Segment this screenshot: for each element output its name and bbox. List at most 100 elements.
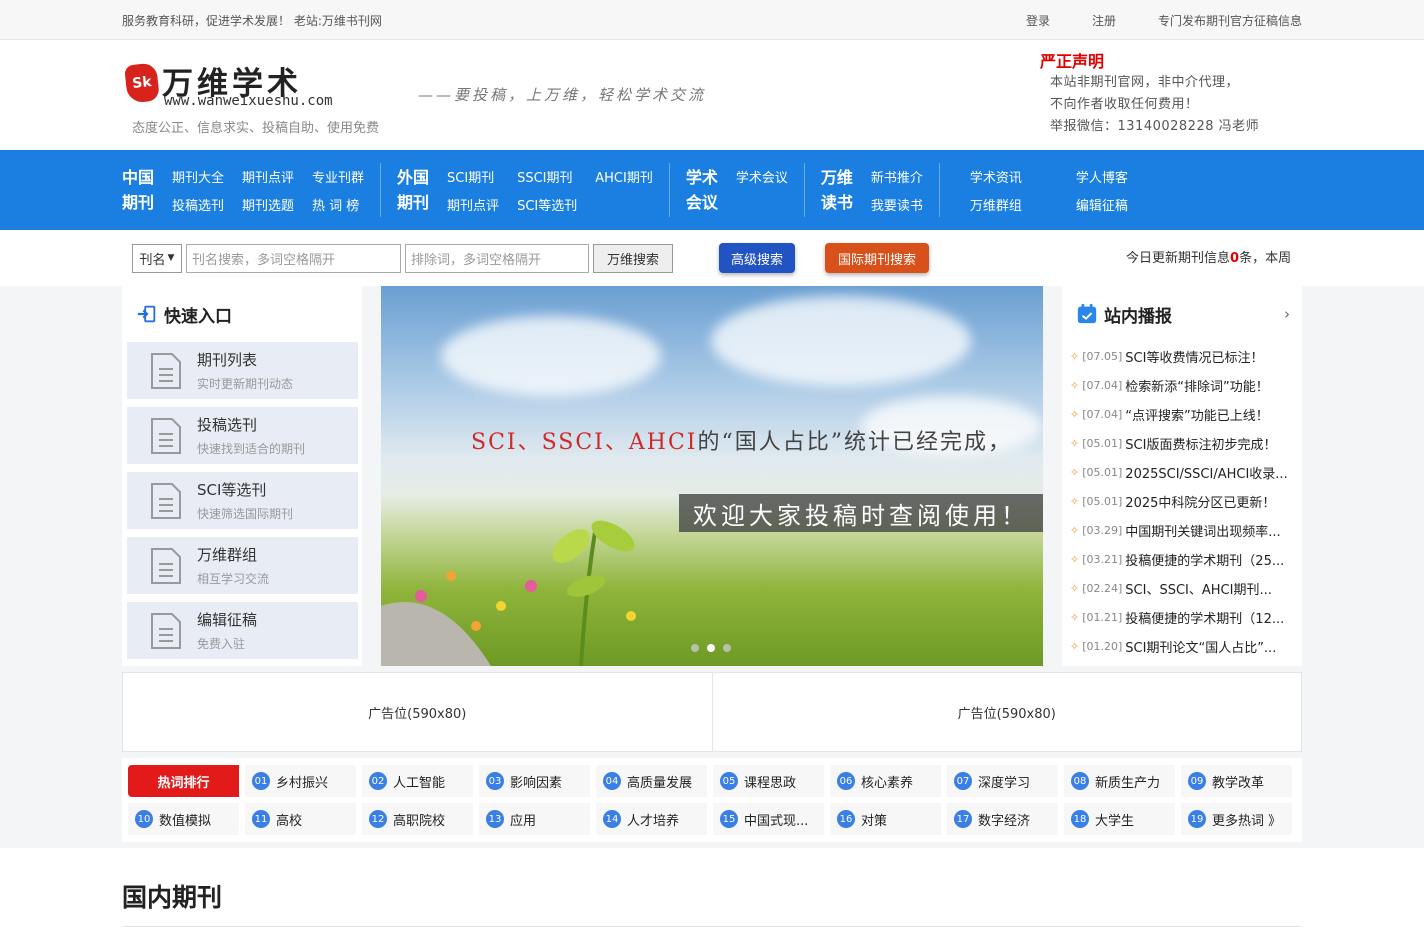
quick-item-journal-list[interactable]: 期刊列表 实时更新期刊动态 — [127, 342, 358, 399]
nav-category[interactable]: 外国 期刊 — [397, 165, 447, 215]
update-ticker: 今日更新期刊信息0条，本周 — [1126, 251, 1292, 266]
star-icon: ✧ — [1070, 524, 1080, 537]
hot-word-label: 中国式现... — [744, 813, 809, 829]
hot-word-label: 对策 — [861, 813, 888, 829]
hot-word-item[interactable]: 05 课程思政 — [713, 765, 824, 797]
ad-slot[interactable]: 广告位(590x80) — [123, 673, 712, 751]
search-type-select[interactable]: 刊名 ▼ — [132, 243, 182, 273]
nav-category[interactable]: 学术 会议 — [686, 165, 736, 215]
carousel-dot[interactable] — [707, 644, 715, 652]
news-item[interactable]: ✧ [05.01] SCI版面费标注初步完成！ — [1070, 429, 1296, 458]
hot-word-item[interactable]: 03 影响因素 — [479, 765, 590, 797]
nav-link-sci-select[interactable]: SCI等选刊 — [517, 195, 577, 214]
official-info-link[interactable]: 专门发布期刊官方征稿信息 — [1158, 12, 1302, 29]
nav-link-journal-review[interactable]: 期刊点评 — [242, 167, 294, 186]
advanced-search-button[interactable]: 高级搜索 — [719, 243, 795, 273]
rank-badge: 14 — [603, 810, 621, 828]
nav-link-pro-groups[interactable]: 专业刊群 — [312, 167, 364, 186]
news-item[interactable]: ✧ [07.04] “点评搜索”功能已上线！ — [1070, 400, 1296, 429]
hot-word-item[interactable]: 13 应用 — [479, 803, 590, 835]
nav-link-new-books[interactable]: 新书推介 — [871, 167, 923, 186]
hot-word-item[interactable]: 12 高职院校 — [362, 803, 473, 835]
news-date: [03.29] — [1082, 524, 1123, 537]
nav-link-read[interactable]: 我要读书 — [871, 195, 923, 214]
news-item[interactable]: ✧ [02.24] SCI、SSCI、AHCI期刊... — [1070, 574, 1296, 603]
nav-link-blogs[interactable]: 学人博客 — [1076, 167, 1128, 186]
star-icon: ✧ — [1070, 582, 1080, 595]
news-item[interactable]: ✧ [01.20] SCI期刊论文“国人占比”... — [1070, 632, 1296, 661]
news-item[interactable]: ✧ [07.04] 检索新添“排除词”功能！ — [1070, 371, 1296, 400]
nav-link-groups[interactable]: 万维群组 — [970, 195, 1022, 214]
nav-link-hot-words[interactable]: 热 词 榜 — [312, 195, 364, 214]
nav-link-journal-list[interactable]: 期刊大全 — [172, 167, 224, 186]
nav-category[interactable]: 中国 期刊 — [122, 165, 172, 215]
news-date: [01.20] — [1082, 640, 1123, 653]
search-button[interactable]: 万维搜索 — [593, 243, 673, 273]
hot-word-item[interactable]: 01 乡村振兴 — [245, 765, 356, 797]
ad-slot[interactable]: 广告位(590x80) — [711, 673, 1302, 751]
nav-link-ahci[interactable]: AHCI期刊 — [595, 167, 653, 186]
hot-word-item[interactable]: 02 人工智能 — [362, 765, 473, 797]
nav-link-conferences[interactable]: 学术会议 — [736, 167, 788, 186]
chevron-right-icon[interactable]: › — [1284, 305, 1290, 323]
quick-item-sci-select[interactable]: SCI等选刊 快速筛选国际期刊 — [127, 472, 358, 529]
nav-link-foreign-review[interactable]: 期刊点评 — [447, 195, 499, 214]
hot-word-item[interactable]: 07 深度学习 — [947, 765, 1058, 797]
hot-word-item[interactable]: 08 新质生产力 — [1064, 765, 1175, 797]
news-date: [05.01] — [1082, 466, 1123, 479]
section-title-domestic: 国内期刊 — [122, 883, 223, 912]
banner-subline: 欢迎大家投稿时查阅使用！ — [679, 494, 1043, 532]
rank-badge: 16 — [837, 810, 855, 828]
carousel-dot[interactable] — [691, 644, 699, 652]
nav-link-editor-call[interactable]: 编辑征稿 — [1076, 195, 1128, 214]
star-icon: ✧ — [1070, 379, 1080, 392]
intl-search-button[interactable]: 国际期刊搜索 — [825, 243, 929, 273]
news-item[interactable]: ✧ [05.01] 2025SCI/SSCI/AHCI收录... — [1070, 458, 1296, 487]
quick-item-groups[interactable]: 万维群组 相互学习交流 — [127, 537, 358, 594]
hot-word-item[interactable]: 10 数值模拟 — [128, 803, 239, 835]
nav-link-sci[interactable]: SCI期刊 — [447, 167, 499, 186]
hot-word-item[interactable]: 15 中国式现... — [713, 803, 824, 835]
news-panel: 站内播报 › ✧ [07.05] SCI等收费情况已标注！ ✧ [07.04] 检索新添“… — [1062, 286, 1302, 666]
logo-badge[interactable]: Sk — [124, 62, 160, 104]
hot-word-label: 乡村振兴 — [276, 775, 329, 791]
hot-word-item[interactable]: 06 核心素养 — [830, 765, 941, 797]
hot-word-label: 影响因素 — [510, 775, 563, 791]
news-item[interactable]: ✧ [03.21] 投稿便捷的学术期刊（25... — [1070, 545, 1296, 574]
news-date: [02.24] — [1082, 582, 1123, 595]
register-link[interactable]: 注册 — [1092, 12, 1116, 29]
banner-carousel[interactable]: SCI、SSCI、AHCI的“国人占比”统计已经完成， 欢迎大家投稿时查阅使用！ — [381, 286, 1043, 666]
news-text: “点评搜索”功能已上线！ — [1125, 409, 1269, 424]
nav-link-journal-topics[interactable]: 期刊选题 — [242, 195, 294, 214]
rank-badge: 18 — [1071, 810, 1089, 828]
quick-item-submit-select[interactable]: 投稿选刊 快速找到适合的期刊 — [127, 407, 358, 464]
nav-link-ssci[interactable]: SSCI期刊 — [517, 167, 577, 186]
nav-link-news[interactable]: 学术资讯 — [970, 167, 1022, 186]
star-icon: ✧ — [1070, 495, 1080, 508]
carousel-dot[interactable] — [723, 644, 731, 652]
hot-word-label: 高职院校 — [393, 813, 446, 829]
login-link[interactable]: 登录 — [1026, 12, 1050, 29]
hot-word-item[interactable]: 18 大学生 — [1064, 803, 1175, 835]
hot-word-item[interactable]: 11 高校 — [245, 803, 356, 835]
nav-category[interactable]: 万维 读书 — [821, 165, 871, 215]
exclude-input[interactable]: 排除词，多词空格隔开 — [405, 243, 589, 273]
news-item[interactable]: ✧ [07.05] SCI等收费情况已标注！ — [1070, 342, 1296, 371]
quick-item-editor-call[interactable]: 编辑征稿 免费入驻 — [127, 602, 358, 659]
hot-word-item[interactable]: 19 更多热词 》 — [1181, 803, 1292, 835]
hot-word-item[interactable]: 04 高质量发展 — [596, 765, 707, 797]
nav-link-submit-select[interactable]: 投稿选刊 — [172, 195, 224, 214]
section-divider — [122, 926, 1302, 933]
nav-group-foreign-journals: 外国 期刊 SCI期刊 期刊点评 SSCI期刊 SCI等选刊 AHCI期刊 — [397, 163, 670, 217]
hot-word-label: 人才培养 — [627, 813, 680, 829]
hot-word-item[interactable]: 14 人才培养 — [596, 803, 707, 835]
news-item[interactable]: ✧ [03.29] 中国期刊关键词出现频率... — [1070, 516, 1296, 545]
calendar-icon — [1077, 303, 1097, 324]
hot-word-item[interactable]: 09 教学改革 — [1181, 765, 1292, 797]
hot-word-item[interactable]: 17 数字经济 — [947, 803, 1058, 835]
news-item[interactable]: ✧ [05.01] 2025中科院分区已更新！ — [1070, 487, 1296, 516]
hot-words-panel: 热词排行 01 乡村振兴 02 人工智能 03 影响因素 04 高质量发展 05 课程思政 06 核心… — [122, 758, 1302, 842]
news-item[interactable]: ✧ [01.21] 投稿便捷的学术期刊（12... — [1070, 603, 1296, 632]
hot-word-item[interactable]: 16 对策 — [830, 803, 941, 835]
keyword-input[interactable]: 刊名搜索，多词空格隔开 — [186, 243, 401, 273]
